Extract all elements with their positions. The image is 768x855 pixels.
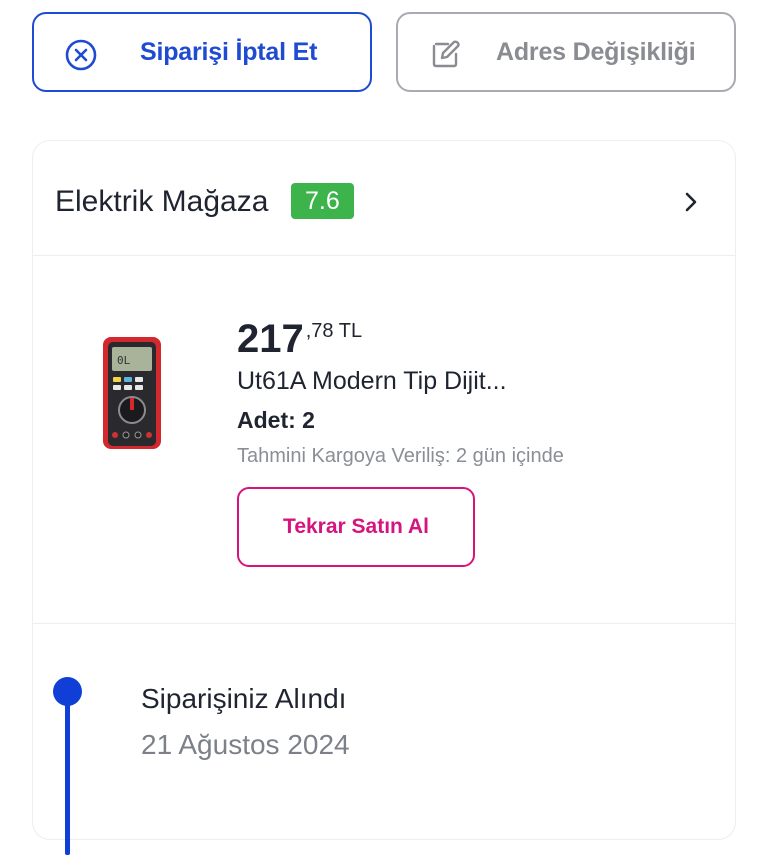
product-quantity: Adet: 2 (237, 407, 315, 433)
store-rating-badge: 7.6 (291, 183, 354, 219)
timeline-dot (53, 677, 82, 706)
timeline-step-title: Siparişiniz Alındı (141, 683, 347, 714)
close-circle-icon (65, 39, 97, 71)
price-integer: 217 (237, 317, 304, 361)
address-change-label: Adres Değişikliği (496, 37, 696, 66)
cancel-order-label: Siparişi İptal Et (140, 37, 318, 66)
address-change-button[interactable]: Adres Değişikliği (396, 12, 736, 92)
product-item: 0L 217 ,78 TL Ut61A Modern Tip Dijit... … (33, 255, 735, 624)
product-name[interactable]: Ut61A Modern Tip Dijit... (237, 367, 507, 396)
timeline-step-date: 21 Ağustos 2024 (141, 729, 350, 760)
cancel-order-button[interactable]: Siparişi İptal Et (32, 12, 372, 92)
svg-text:0L: 0L (117, 354, 131, 367)
rebuy-button[interactable]: Tekrar Satın Al (237, 487, 475, 567)
product-price: 217 ,78 TL (237, 317, 362, 361)
order-actions: Siparişi İptal Et Adres Değişikliği (32, 12, 736, 94)
price-decimal: ,78 TL (305, 320, 363, 342)
chevron-right-icon (685, 192, 697, 212)
order-timeline: Siparişiniz Alındı 21 Ağustos 2024 (33, 623, 735, 855)
store-row[interactable]: Elektrik Mağaza 7.6 (33, 141, 735, 256)
product-image[interactable]: 0L (101, 335, 163, 451)
timeline-line (65, 695, 70, 855)
order-card: Elektrik Mağaza 7.6 0L 217 ,78 TL Ut61A … (32, 140, 736, 855)
store-name: Elektrik Mağaza (55, 185, 269, 218)
shipping-estimate: Tahmini Kargoya Veriliş: 2 gün içinde (237, 445, 564, 467)
edit-pencil-icon (432, 40, 460, 68)
